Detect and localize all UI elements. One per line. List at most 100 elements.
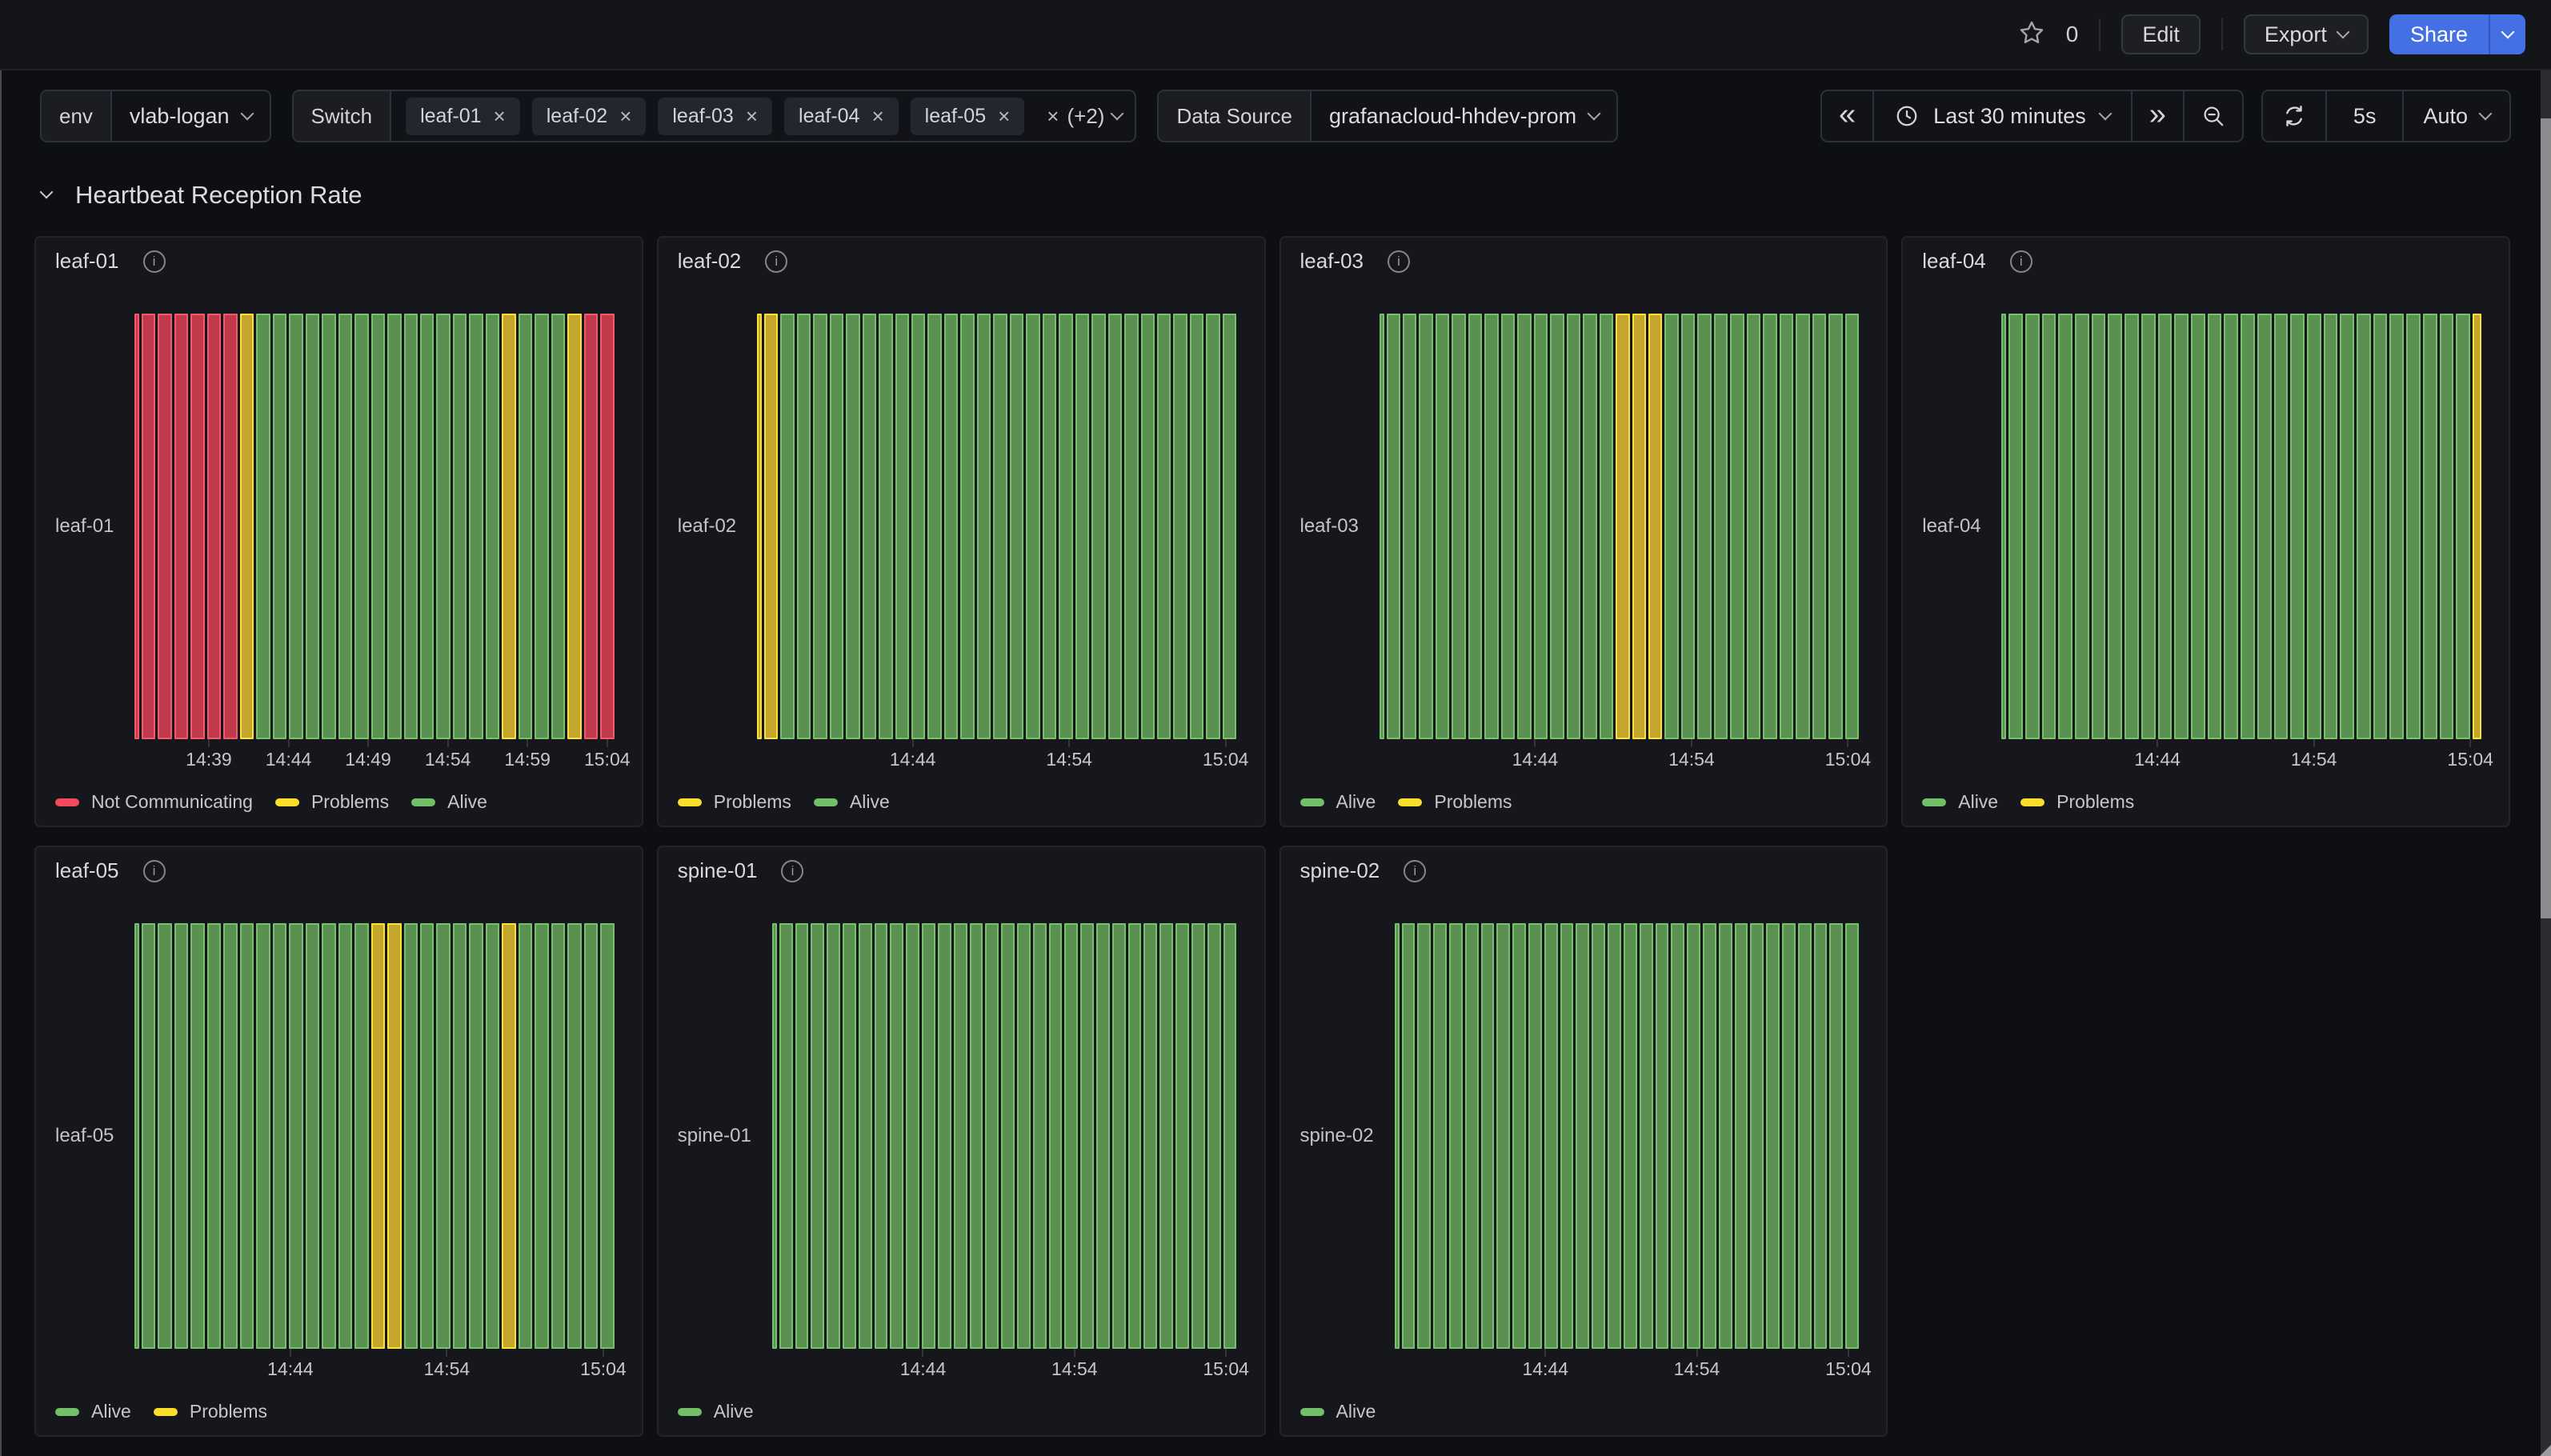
remove-tag-icon[interactable]: × [746,106,758,126]
status-bar-alive [1059,314,1072,739]
remove-tag-icon[interactable]: × [619,106,631,126]
status-bar-alive [2241,314,2255,739]
refresh-interval-dropdown[interactable]: Auto [2402,91,2509,141]
status-bar-alive [436,923,450,1349]
status-history-chart[interactable] [757,314,1237,739]
legend-item[interactable]: Alive [678,1401,754,1422]
status-bar-alive [306,923,319,1349]
legend: Alive [678,1401,754,1422]
refresh-interval-value[interactable]: 5s [2325,91,2403,141]
time-shift-back-button[interactable]: « [1822,91,1872,141]
info-icon[interactable]: i [765,250,787,273]
legend-item[interactable]: Problems [275,791,389,813]
x-axis: 14:4414:5415:04 [1395,1349,1860,1390]
share-dropdown-toggle[interactable] [2489,14,2525,54]
status-bar-alive [1419,314,1432,739]
status-history-chart[interactable] [134,923,615,1349]
status-bar-alive [1173,314,1187,739]
legend-item[interactable]: Alive [814,791,890,813]
legend-item[interactable]: Problems [678,791,791,813]
refresh-control: 5s Auto [2261,90,2511,142]
status-bar-alive [1534,314,1548,739]
time-range-picker[interactable]: Last 30 minutes [1872,91,2131,141]
export-button[interactable]: Export [2244,14,2369,54]
x-axis: 14:4414:5415:04 [757,739,1237,781]
legend-item[interactable]: Alive [55,1401,131,1422]
status-bar-alive [1175,923,1189,1349]
switch-tag[interactable]: leaf-05 × [911,98,1025,135]
legend-item[interactable]: Alive [1300,791,1376,813]
dashboard-row-header[interactable]: Heartbeat Reception Rate [42,181,362,210]
legend: Alive Problems [1300,791,1512,813]
legend-item[interactable]: Problems [1398,791,1512,813]
x-axis-tick-label: 14:54 [1674,1358,1720,1380]
info-icon[interactable]: i [781,860,803,882]
switch-tag[interactable]: leaf-01 × [406,98,520,135]
double-chevron-left-icon: « [1839,99,1856,130]
status-history-chart[interactable] [1395,923,1860,1349]
status-history-chart[interactable] [772,923,1237,1349]
edit-button[interactable]: Edit [2121,14,2201,54]
legend-item[interactable]: Not Communicating [55,791,253,813]
chevron-down-icon [2098,107,2112,121]
legend-item[interactable]: Alive [1922,791,1998,813]
status-bar-alive [977,314,991,739]
topbar-actions: 0 Edit Export Share [2018,0,2525,69]
remove-tag-icon[interactable]: × [998,106,1010,126]
remove-tag-icon[interactable]: × [871,106,883,126]
status-bar-alive [289,314,302,739]
status-bar-problems [567,314,581,739]
panel-header[interactable]: spine-01 i [678,858,804,883]
info-icon[interactable]: i [1404,860,1426,882]
panel-header[interactable]: leaf-01 i [55,249,166,274]
status-history-chart[interactable] [134,314,615,739]
info-icon[interactable]: i [143,860,166,882]
star-icon[interactable] [2018,19,2045,50]
panel-header[interactable]: leaf-05 i [55,858,166,883]
panel-header[interactable]: spine-02 i [1300,858,1427,883]
refresh-button[interactable] [2263,91,2325,141]
status-bar-alive [2025,314,2040,739]
status-bar-alive [2108,314,2122,739]
info-icon[interactable]: i [2010,250,2032,273]
info-icon[interactable]: i [1388,250,1410,273]
status-history-chart[interactable] [2001,314,2481,739]
panel-header[interactable]: leaf-02 i [678,249,788,274]
status-bar-alive [2324,314,2338,739]
panel-header[interactable]: leaf-04 i [1922,249,2032,274]
scrollbar[interactable] [2541,70,2551,1456]
status-bar-alive [1796,314,1809,739]
switch-tag[interactable]: leaf-04 × [784,98,899,135]
status-bar-alive [1624,923,1637,1349]
clock-icon [1895,104,1919,128]
legend-item[interactable]: Problems [154,1401,267,1422]
zoom-out-button[interactable] [2183,91,2242,141]
panel-grid: leaf-01 i leaf-01 14:3914:4414:4914:5414… [34,236,2510,1437]
info-icon[interactable]: i [143,250,166,273]
legend-label: Alive [91,1401,131,1422]
status-bar-alive [322,923,335,1349]
legend-item[interactable]: Problems [2020,791,2134,813]
status-bar-alive [1124,314,1138,739]
env-value-dropdown[interactable]: vlab-logan [112,91,270,141]
time-shift-forward-button[interactable]: » [2131,91,2183,141]
scrollbar-thumb[interactable] [2541,118,2551,918]
status-bar-alive [1782,923,1796,1349]
switch-tag[interactable]: leaf-03 × [658,98,772,135]
legend-item[interactable]: Alive [411,791,487,813]
x-axis-tick-label: 15:04 [2447,749,2493,770]
switch-more-dropdown[interactable]: × (+2) [1039,91,1135,141]
status-bar-alive [2092,314,2106,739]
panel-header[interactable]: leaf-03 i [1300,249,1411,274]
clear-all-icon[interactable]: × [1047,106,1059,126]
share-button[interactable]: Share [2389,14,2525,54]
datasource-value-dropdown[interactable]: grafanacloud-hhdev-prom [1312,91,1616,141]
legend-color-down [55,798,79,806]
status-bar-problems [240,314,254,739]
status-history-chart[interactable] [1380,314,1860,739]
remove-tag-icon[interactable]: × [494,106,506,126]
switch-tag[interactable]: leaf-02 × [532,98,647,135]
axis-tick-mark [2469,739,2471,747]
legend-item[interactable]: Alive [1300,1401,1376,1422]
y-axis-label: leaf-04 [1922,314,1980,739]
